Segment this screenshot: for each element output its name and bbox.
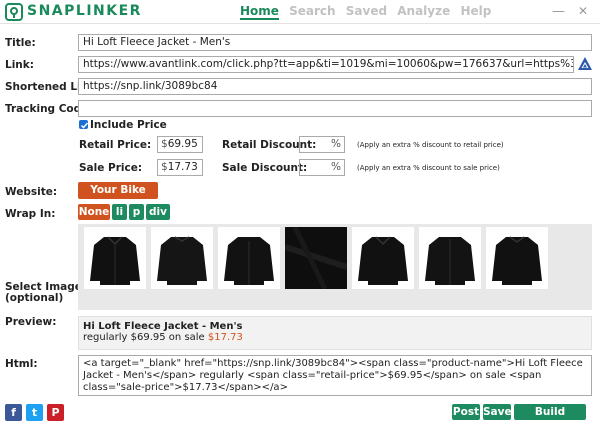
retail-discount-input[interactable]: % bbox=[299, 136, 345, 153]
snaplinker-logo-icon bbox=[5, 3, 23, 21]
main-nav: Home Search Saved Analyze Help bbox=[240, 4, 497, 20]
image-selector bbox=[78, 224, 592, 310]
sale-discount-note: (Apply an extra % discount to sale price… bbox=[357, 164, 500, 172]
currency-symbol: $ bbox=[161, 138, 168, 150]
retail-discount-note: (Apply an extra % discount to retail pri… bbox=[357, 141, 504, 149]
product-image-option[interactable] bbox=[285, 227, 347, 289]
currency-symbol: $ bbox=[161, 161, 168, 173]
percent-sign: % bbox=[331, 161, 341, 173]
product-image-option[interactable] bbox=[151, 227, 213, 289]
include-price-checkbox[interactable] bbox=[79, 120, 89, 129]
wrap-div-button[interactable]: div bbox=[146, 204, 170, 220]
retail-price-label: Retail Price: bbox=[79, 139, 152, 151]
preview-box: Hi Loft Fleece Jacket - Men's regularly … bbox=[78, 316, 592, 350]
nav-help[interactable]: Help bbox=[460, 4, 491, 18]
percent-sign: % bbox=[331, 138, 341, 150]
sale-price-input[interactable]: $17.73 bbox=[157, 159, 203, 176]
retail-price-value: 69.95 bbox=[167, 138, 198, 150]
product-image-option[interactable] bbox=[352, 227, 414, 289]
include-price-label: Include Price bbox=[90, 119, 167, 131]
tracking-code-input[interactable] bbox=[78, 100, 592, 117]
preview-product-name: Hi Loft Fleece Jacket - Men's bbox=[83, 321, 243, 332]
sale-discount-label: Sale Discount: bbox=[222, 162, 308, 174]
avantlink-icon[interactable] bbox=[577, 56, 593, 72]
post-button[interactable]: Post bbox=[452, 404, 480, 420]
close-icon[interactable]: ✕ bbox=[578, 4, 588, 18]
title-label: Title: bbox=[5, 37, 36, 49]
html-label: Html: bbox=[5, 358, 38, 370]
build-creative-button[interactable]: Build Creative bbox=[514, 404, 586, 428]
product-image-option[interactable] bbox=[419, 227, 481, 289]
preview-sale-price: $17.73 bbox=[207, 332, 243, 343]
product-image-option[interactable] bbox=[218, 227, 280, 289]
link-input[interactable]: https://www.avantlink.com/click.php?tt=a… bbox=[78, 56, 574, 73]
sale-price-label: Sale Price: bbox=[79, 162, 143, 174]
nav-saved[interactable]: Saved bbox=[346, 4, 387, 18]
nav-home[interactable]: Home bbox=[240, 4, 279, 20]
app-name: SNAPLINKER bbox=[27, 3, 142, 19]
twitter-icon[interactable]: t bbox=[26, 404, 43, 421]
pinterest-icon[interactable]: P bbox=[47, 404, 64, 421]
website-label: Website: bbox=[5, 186, 58, 198]
sale-discount-input[interactable]: % bbox=[299, 159, 345, 176]
preview-price-line: regularly $69.95 on sale $17.73 bbox=[83, 332, 587, 343]
html-code-textarea[interactable]: <a target="_blank" href="https://snp.lin… bbox=[78, 355, 592, 396]
product-image-option[interactable] bbox=[486, 227, 548, 289]
title-input[interactable]: Hi Loft Fleece Jacket - Men's bbox=[78, 34, 592, 51]
preview-middle: on sale bbox=[165, 332, 208, 343]
website-button[interactable]: Your Bike Guide bbox=[78, 182, 158, 213]
minimize-icon[interactable]: — bbox=[552, 4, 565, 19]
preview-regular-price: $69.95 bbox=[130, 332, 166, 343]
product-image-option[interactable] bbox=[84, 227, 146, 289]
wrap-p-button[interactable]: p bbox=[129, 204, 144, 220]
link-label: Link: bbox=[5, 59, 34, 71]
wrap-none-button[interactable]: None bbox=[78, 204, 110, 220]
shortened-link-input[interactable]: https://snp.link/3089bc84 bbox=[78, 78, 592, 95]
preview-prefix: regularly bbox=[83, 332, 131, 343]
retail-price-input[interactable]: $69.95 bbox=[157, 136, 203, 153]
preview-label: Preview: bbox=[5, 316, 57, 328]
nav-search[interactable]: Search bbox=[289, 4, 335, 18]
save-button[interactable]: Save bbox=[483, 404, 512, 420]
wrap-li-button[interactable]: li bbox=[112, 204, 127, 220]
sale-price-value: 17.73 bbox=[167, 161, 198, 173]
app-header: SNAPLINKER Home Search Saved Analyze Hel… bbox=[0, 0, 600, 24]
facebook-icon[interactable]: f bbox=[5, 404, 22, 421]
select-image-optional-label: (optional) bbox=[5, 292, 64, 304]
wrap-in-label: Wrap In: bbox=[5, 208, 56, 220]
nav-analyze[interactable]: Analyze bbox=[397, 4, 450, 18]
